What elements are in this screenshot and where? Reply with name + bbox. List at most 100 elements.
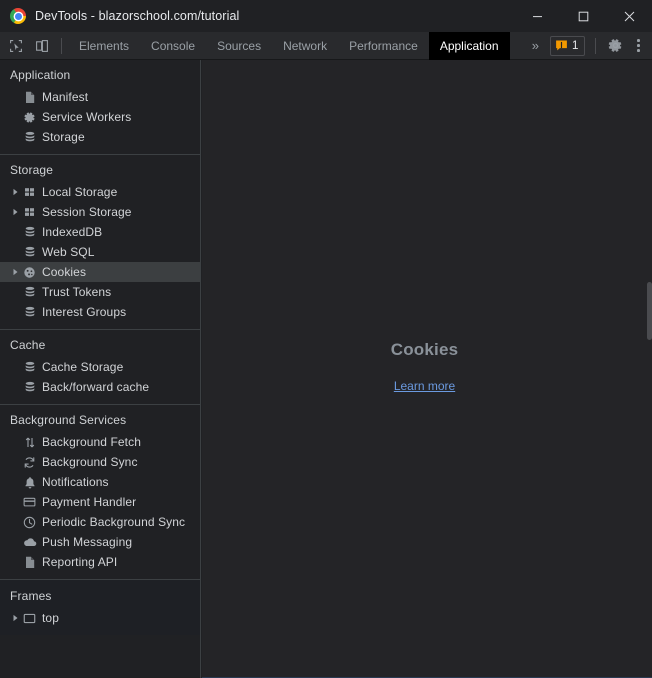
window-title-bar: DevTools - blazorschool.com/tutorial [0,0,652,32]
sidebar-item-background-sync[interactable]: Background Sync [0,452,200,472]
clock-icon [21,516,38,529]
tab-network[interactable]: Network [272,32,338,60]
cloud-icon [21,537,38,548]
frame-window-icon [21,613,38,624]
page-title: Cookies [202,340,647,360]
toolbar-right-group: » 1 [525,32,652,60]
sidebar-item-interest-groups[interactable]: Interest Groups [0,302,200,322]
sidebar-item-top-frame[interactable]: top [0,608,200,628]
sidebar-item-background-fetch[interactable]: Background Fetch [0,432,200,452]
learn-more-link[interactable]: Learn more [394,379,455,393]
sidebar-item-label: IndexedDB [42,225,102,239]
sidebar-item-payment-handler[interactable]: Payment Handler [0,492,200,512]
sidebar-item-label: Notifications [42,475,109,489]
sync-refresh-icon [21,456,38,469]
tab-application[interactable]: Application [429,32,510,60]
sidebar-item-label: Cookies [42,265,86,279]
inspect-element-icon[interactable] [3,33,29,59]
sidebar-item-label: Storage [42,130,85,144]
tab-elements[interactable]: Elements [68,32,140,60]
sidebar-item-label: Session Storage [42,205,132,219]
devtools-toolbar: Elements Console Sources Network Perform… [0,32,652,60]
sidebar-item-storage[interactable]: Storage [0,127,200,147]
device-toolbar-icon[interactable] [29,33,55,59]
application-sidebar[interactable]: Application Manifest Service Workers [0,60,201,678]
bell-icon [21,476,38,489]
sidebar-group-background-services: Background Services Background Fetch [0,405,200,580]
cookies-empty-state: Cookies Learn more [202,340,647,395]
sidebar-item-label: Manifest [42,90,88,104]
sidebar-item-service-workers[interactable]: Service Workers [0,107,200,127]
maximize-button[interactable] [560,0,606,32]
sidebar-item-trust-tokens[interactable]: Trust Tokens [0,282,200,302]
sidebar-item-notifications[interactable]: Notifications [0,472,200,492]
warnings-count: 1 [572,40,578,52]
sidebar-item-label: Periodic Background Sync [42,515,185,529]
database-icon [21,286,38,299]
chevron-right-icon[interactable] [10,188,21,196]
more-tabs-button[interactable]: » [525,32,546,60]
devtools-window: DevTools - blazorschool.com/tutorial [0,0,652,678]
database-icon [21,246,38,259]
database-icon [21,361,38,374]
arrows-up-down-icon [21,436,38,449]
sidebar-item-label: Local Storage [42,185,117,199]
document-icon [21,556,38,569]
table-grid-icon [21,207,38,218]
minimize-button[interactable] [514,0,560,32]
sidebar-item-reporting-api[interactable]: Reporting API [0,552,200,572]
database-icon [21,306,38,319]
credit-card-icon [21,496,38,508]
sidebar-item-label: Trust Tokens [42,285,111,299]
main-scrollbar[interactable] [647,60,652,678]
sidebar-item-indexeddb[interactable]: IndexedDB [0,222,200,242]
sidebar-item-web-sql[interactable]: Web SQL [0,242,200,262]
three-dots-vertical-icon[interactable] [628,32,649,60]
sidebar-item-push-messaging[interactable]: Push Messaging [0,532,200,552]
sidebar-item-label: Push Messaging [42,535,132,549]
tab-performance[interactable]: Performance [338,32,429,60]
sidebar-item-cache-storage[interactable]: Cache Storage [0,357,200,377]
sidebar-item-label: Payment Handler [42,495,136,509]
warning-message-icon [555,39,568,52]
sidebar-group-header: Frames [0,589,200,608]
tab-console[interactable]: Console [140,32,206,60]
close-button[interactable] [606,0,652,32]
sidebar-item-manifest[interactable]: Manifest [0,87,200,107]
panel-tabs: Elements Console Sources Network Perform… [68,32,510,60]
sidebar-item-label: Back/forward cache [42,380,149,394]
sidebar-group-header: Storage [0,163,200,182]
table-grid-icon [21,187,38,198]
sidebar-group-storage: Storage Local Storage Session Storage [0,155,200,330]
scrollbar-thumb[interactable] [647,282,652,340]
sidebar-item-label: Service Workers [42,110,131,124]
sidebar-item-back-forward-cache[interactable]: Back/forward cache [0,377,200,397]
database-icon [21,226,38,239]
gear-icon[interactable] [602,33,628,59]
sidebar-item-label: Interest Groups [42,305,126,319]
sidebar-item-session-storage[interactable]: Session Storage [0,202,200,222]
toolbar-divider [61,38,62,54]
sidebar-item-local-storage[interactable]: Local Storage [0,182,200,202]
sidebar-item-label: Reporting API [42,555,117,569]
sidebar-item-periodic-background-sync[interactable]: Periodic Background Sync [0,512,200,532]
cookie-icon [21,266,38,279]
sidebar-item-label: Web SQL [42,245,95,259]
warnings-badge[interactable]: 1 [550,36,585,56]
window-title: DevTools - blazorschool.com/tutorial [35,9,239,23]
sidebar-group-header: Background Services [0,413,200,432]
chevron-right-icon[interactable] [10,268,21,276]
application-main-panel: Cookies Learn more [202,60,652,678]
gear-icon [21,111,38,124]
chevron-right-icon[interactable] [10,614,21,622]
sidebar-group-header: Cache [0,338,200,357]
tab-sources[interactable]: Sources [206,32,272,60]
sidebar-group-frames: Frames top [0,580,200,635]
database-icon [21,381,38,394]
chevron-right-icon[interactable] [10,208,21,216]
sidebar-group-cache: Cache Cache Storage Back/forward cache [0,330,200,405]
sidebar-item-label: Cache Storage [42,360,123,374]
document-icon [21,91,38,104]
sidebar-group-header: Application [0,68,200,87]
sidebar-item-cookies[interactable]: Cookies [0,262,200,282]
